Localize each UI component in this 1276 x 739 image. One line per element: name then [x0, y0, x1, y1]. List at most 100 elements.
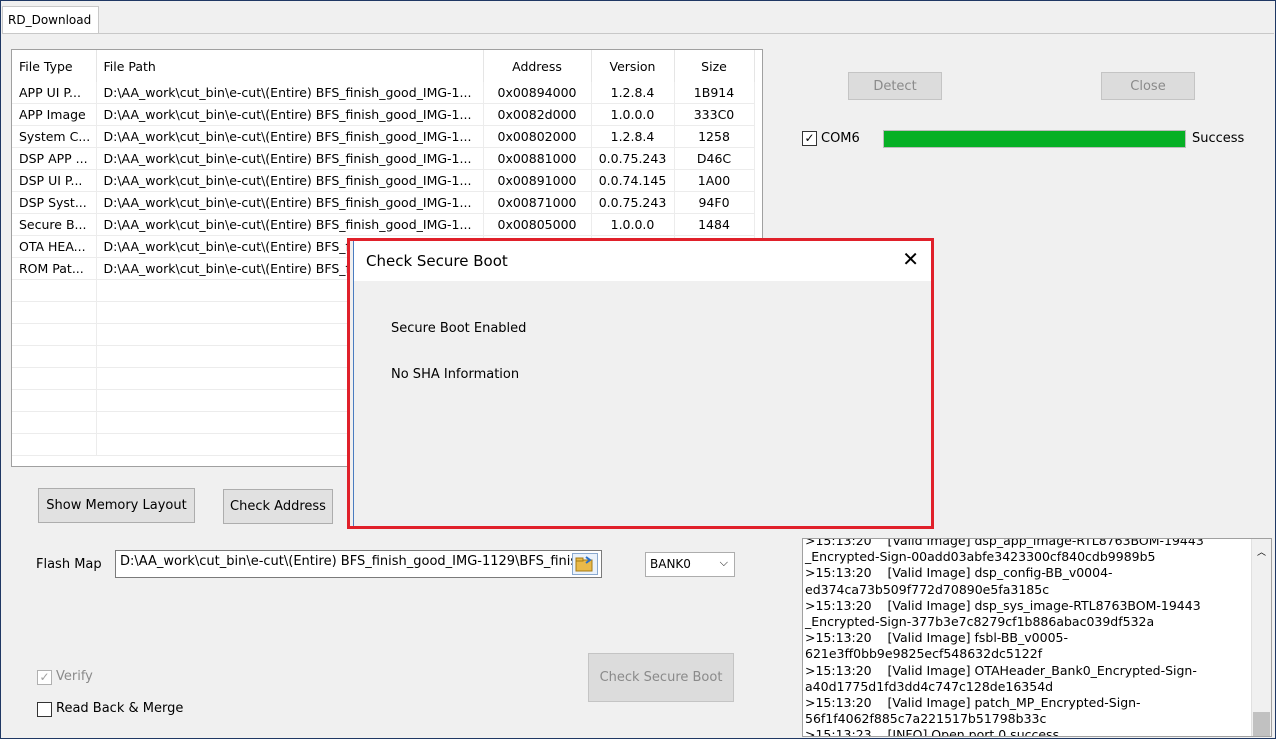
table-row[interactable]: APP Image D:\AA_work\cut_bin\e-cut\(Entir… — [12, 103, 755, 126]
cell-address: 0x00802000 — [483, 125, 592, 148]
table-row[interactable]: DSP UI P... D:\AA_work\cut_bin\e-cut\(Ent… — [12, 169, 755, 192]
cell-size: 1A00 — [674, 169, 755, 192]
log-line: >15:13:23 [INFO] Open port 0 success — [805, 727, 1060, 737]
sha-info-text: No SHA Information — [391, 367, 520, 382]
log-line: 56f1f4062f885c7a221517b51798b33c — [805, 711, 1047, 727]
cell-file-type: DSP Syst... — [12, 191, 97, 214]
cell-size: 1484 — [674, 213, 755, 236]
read-back-merge-label: Read Back & Merge — [56, 701, 184, 716]
cell-address: 0x00891000 — [483, 169, 592, 192]
log-line: >15:13:20 [Valid Image] OTAHeader_Bank0_… — [805, 662, 1197, 678]
column-header-size[interactable]: Size — [674, 50, 755, 82]
cell-size: D46C — [674, 147, 755, 170]
empty-cell — [12, 301, 97, 324]
chevron-down-icon: ⌵ — [719, 556, 728, 569]
empty-cell — [12, 279, 97, 302]
empty-cell — [12, 389, 97, 412]
tab-panel-border — [2, 33, 1274, 34]
log-scrollbar[interactable]: ︿ — [1251, 539, 1271, 736]
log-line: 621e3ff0bb9e9825ecf548632dc5122f — [805, 646, 1043, 662]
cell-file-path: D:\AA_work\cut_bin\e-cut\(Entire) BFS_fi… — [96, 125, 484, 148]
cell-version: 0.0.75.243 — [591, 147, 675, 170]
cell-file-path: D:\AA_work\cut_bin\e-cut\(Entire) BFS_fi… — [96, 169, 484, 192]
bank-select-value: BANK0 — [650, 557, 691, 571]
empty-cell — [12, 323, 97, 346]
cell-version: 1.2.8.4 — [591, 125, 675, 148]
check-address-button[interactable]: Check Address — [223, 489, 333, 524]
cell-size: 94F0 — [674, 191, 755, 214]
empty-cell — [12, 433, 97, 456]
column-header-address[interactable]: Address — [483, 50, 592, 82]
log-scroll-thumb[interactable] — [1253, 712, 1270, 736]
cell-version: 0.0.74.145 — [591, 169, 675, 192]
cell-file-path: D:\AA_work\cut_bin\e-cut\(Entire) BFS_fi… — [96, 213, 484, 236]
folder-browse-icon[interactable] — [572, 553, 598, 575]
detect-button[interactable]: Detect — [848, 72, 942, 100]
verify-label: Verify — [56, 669, 93, 684]
read-back-merge-checkbox[interactable] — [37, 702, 52, 717]
log-line: >15:13:20 [Valid Image] fsbl-BB_v0005- — [805, 630, 1068, 646]
cell-version: 1.0.0.0 — [591, 213, 675, 236]
dialog-title: Check Secure Boot — [366, 252, 508, 270]
check-secure-boot-button[interactable]: Check Secure Boot — [588, 653, 734, 702]
log-output[interactable]: >15:13:20 [Valid Image] dsp_app_image-RT… — [802, 538, 1272, 737]
secure-boot-status-text: Secure Boot Enabled — [391, 321, 527, 336]
table-header-row: File Type File Path Address Version Size — [12, 50, 755, 82]
cell-file-path: D:\AA_work\cut_bin\e-cut\(Entire) BFS_fi… — [96, 82, 484, 104]
table-row[interactable]: APP UI P... D:\AA_work\cut_bin\e-cut\(Ent… — [12, 82, 755, 104]
table-row[interactable]: System C... D:\AA_work\cut_bin\e-cut\(Ent… — [12, 125, 755, 148]
cell-version: 1.2.8.4 — [591, 82, 675, 104]
log-line: >15:13:20 [Valid Image] patch_MP_Encrypt… — [805, 695, 1141, 711]
flash-map-label: Flash Map — [36, 557, 102, 572]
tab-rd-download[interactable]: RD_Download — [2, 6, 99, 34]
cell-file-type: APP Image — [12, 103, 97, 126]
flash-map-path-text: D:\AA_work\cut_bin\e-cut\(Entire) BFS_fi… — [120, 554, 592, 569]
cell-file-type: OTA HEA... — [12, 235, 97, 258]
column-header-file-type[interactable]: File Type — [12, 50, 97, 82]
cell-file-type: APP UI P... — [12, 82, 97, 104]
column-header-file-path[interactable]: File Path — [96, 50, 484, 82]
log-line: >15:13:20 [Valid Image] dsp_app_image-RT… — [805, 538, 1204, 548]
com6-checkbox[interactable]: ✓ — [802, 131, 817, 146]
table-row[interactable]: Secure B... D:\AA_work\cut_bin\e-cut\(Ent… — [12, 213, 755, 236]
verify-checkbox[interactable]: ✓ — [37, 670, 52, 685]
log-line: _Encrypted-Sign-00add03abfe3423300cf840c… — [805, 549, 1156, 565]
empty-cell — [12, 345, 97, 368]
table-row[interactable]: DSP Syst... D:\AA_work\cut_bin\e-cut\(Ent… — [12, 191, 755, 214]
log-line: a40d1775d1fd3dd4c747c128de16354d — [805, 678, 1054, 694]
dialog-body: Check Secure Boot ✕ Secure Boot Enabled … — [353, 241, 931, 526]
cell-file-type: Secure B... — [12, 213, 97, 236]
download-progress-bar — [883, 130, 1186, 148]
close-button[interactable]: Close — [1101, 72, 1195, 100]
cell-file-path: D:\AA_work\cut_bin\e-cut\(Entire) BFS_fi… — [96, 191, 484, 214]
cell-size: 1B914 — [674, 82, 755, 104]
cell-file-path: D:\AA_work\cut_bin\e-cut\(Entire) BFS_fi… — [96, 103, 484, 126]
cell-file-type: ROM Pat... — [12, 257, 97, 280]
close-icon[interactable]: ✕ — [902, 249, 919, 269]
log-line: _Encrypted-Sign-377b3e7c8279cf1b886abac0… — [805, 614, 1155, 630]
cell-file-type: DSP UI P... — [12, 169, 97, 192]
com6-label: COM6 — [821, 131, 860, 146]
table-row[interactable]: DSP APP ... D:\AA_work\cut_bin\e-cut\(Ent… — [12, 147, 755, 170]
log-line: >15:13:20 [Valid Image] dsp_sys_image-RT… — [805, 597, 1201, 613]
cell-file-type: DSP APP ... — [12, 147, 97, 170]
show-memory-layout-button[interactable]: Show Memory Layout — [38, 488, 195, 523]
log-line: >15:13:20 [Valid Image] dsp_config-BB_v0… — [805, 565, 1113, 581]
cell-address: 0x00871000 — [483, 191, 592, 214]
flash-map-path-field[interactable]: D:\AA_work\cut_bin\e-cut\(Entire) BFS_fi… — [115, 550, 602, 578]
cell-address: 0x00881000 — [483, 147, 592, 170]
cell-version: 1.0.0.0 — [591, 103, 675, 126]
scroll-up-icon[interactable]: ︿ — [1257, 545, 1266, 558]
port-status-text: Success — [1192, 131, 1245, 146]
cell-file-type: System C... — [12, 125, 97, 148]
cell-address: 0x00805000 — [483, 213, 592, 236]
column-header-version[interactable]: Version — [591, 50, 675, 82]
log-lines: >15:13:20 [Valid Image] dsp_app_image-RT… — [805, 538, 1250, 737]
cell-address: 0x0082d000 — [483, 103, 592, 126]
dialog-title-bar[interactable]: Check Secure Boot ✕ — [354, 241, 931, 281]
check-secure-boot-dialog: Check Secure Boot ✕ Secure Boot Enabled … — [347, 238, 934, 529]
cell-file-path: D:\AA_work\cut_bin\e-cut\(Entire) BFS_fi… — [96, 147, 484, 170]
bank-select[interactable]: BANK0 ⌵ — [645, 552, 735, 577]
log-line: ed374ca73b509f772d70890e5fa3185c — [805, 581, 1050, 597]
cell-version: 0.0.75.243 — [591, 191, 675, 214]
